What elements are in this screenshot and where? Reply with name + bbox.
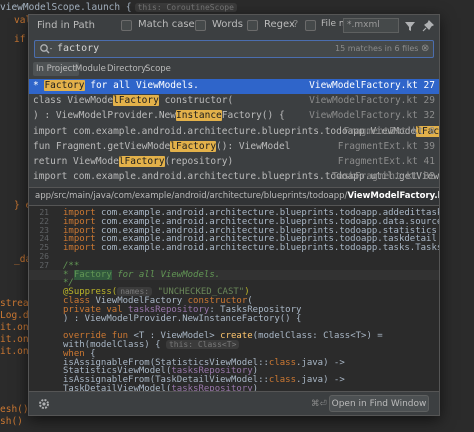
match-case-label[interactable]: Match case [138, 19, 195, 30]
result-file-location: FragmentExt.kt 39 [337, 140, 435, 152]
scope-tabs: In Project Module Directory Scope [29, 61, 439, 77]
regex-checkbox[interactable] [247, 20, 258, 31]
search-input[interactable]: factory [57, 43, 99, 54]
result-match-highlight: Instance [176, 110, 222, 122]
result-text-after: Factory() { [221, 110, 285, 122]
result-text-after: (repository) [164, 156, 234, 167]
match-case-checkbox[interactable] [121, 20, 132, 31]
background-code-line: if [14, 34, 25, 45]
dialog-header: Find in Path Match case Words Regex ? Fi… [29, 15, 439, 37]
match-count: 15 matches in 6 files [335, 44, 419, 53]
result-text-after: (): ViewModel [216, 140, 291, 152]
result-row[interactable]: import com.example.android.architecture.… [29, 125, 439, 140]
search-field[interactable]: factory 15 matches in 6 files ⊗ [34, 40, 434, 58]
background-code-line: sh() [0, 416, 23, 427]
file-mask-field[interactable]: *.mxml [343, 18, 399, 33]
code-token: ) [252, 384, 259, 391]
preview-code: TaskDetailViewModel(tasksRepository) [63, 384, 258, 391]
result-file-location: FragmentExt.kt 8 [343, 125, 435, 137]
file-path-name: ViewModelFactory.kt [347, 191, 439, 201]
words-label[interactable]: Words [212, 19, 243, 30]
result-row[interactable]: class ViewModelFactory constructor( ViewM… [29, 94, 439, 109]
clear-search-icon[interactable]: ⊗ [421, 43, 429, 54]
background-code-line: viewModelScope.launch {this: CoroutineSc… [0, 2, 237, 13]
result-text: return ViewModelFactory(repository) [33, 155, 233, 170]
result-text-after: constructor( [158, 95, 234, 107]
result-match-highlight: lFactory [118, 156, 165, 167]
file-mask-value: *.mxml [347, 20, 380, 30]
result-file-location: ViewModelFactory.kt 27 [309, 80, 435, 91]
result-text-before: ) : ViewModelProvider.New [33, 110, 176, 122]
result-text: fun Fragment.getViewModelFactory(): View… [33, 140, 290, 155]
result-text: class ViewModelFactory constructor( [33, 94, 233, 109]
result-file-location: ViewModelFactory.kt 29 [309, 95, 435, 107]
result-row[interactable]: fun Fragment.getViewModelFactory(): View… [29, 140, 439, 155]
result-text-before: return ViewMode [33, 156, 119, 167]
code-token: this: Class<T> [165, 340, 240, 349]
regex-help-icon[interactable]: ? [293, 19, 298, 30]
result-row[interactable]: * Factory for all ViewModels. ViewModelFa… [29, 79, 439, 94]
result-match-highlight: lFactory [113, 95, 159, 107]
pin-icon[interactable] [421, 19, 435, 33]
result-file-location: TaskFragment.kt 32 [332, 171, 435, 183]
filter-icon[interactable] [403, 19, 417, 33]
dialog-title: Find in Path [37, 20, 95, 31]
open-shortcut-hint: ⌘⏎ [311, 399, 327, 409]
preview-line: TaskDetailViewModel(tasksRepository) [29, 384, 439, 391]
file-mask-checkbox[interactable] [305, 20, 316, 31]
code-token: tasksRepository [171, 384, 253, 391]
result-row[interactable]: return ViewModelFactory(repository) Fragm… [29, 155, 439, 170]
result-row[interactable]: ) : ViewModelProvider.NewInstanceFactory… [29, 109, 439, 124]
result-row[interactable]: import com.example.android.architecture.… [29, 170, 439, 185]
search-icon[interactable] [39, 43, 53, 55]
results-list: * Factory for all ViewModels. ViewModelFa… [29, 79, 439, 187]
code-token: TaskDetailViewModel( [63, 384, 172, 391]
background-code-fragment: sh() [0, 416, 23, 427]
background-code-fragment: if [14, 34, 26, 45]
result-match-highlight: Factory [44, 80, 85, 91]
result-file-location: ViewModelFactory.kt 32 [309, 110, 435, 122]
code-preview: 21 import com.example.android.architectur… [29, 206, 439, 391]
dialog-footer: ⌘⏎ Open in Find Window [29, 391, 439, 415]
file-path-bar: app/src/main/java/com/example/android/ar… [29, 187, 439, 206]
result-text-after: for all ViewModels. [84, 80, 199, 91]
result-text-before: * [33, 80, 45, 91]
gear-icon[interactable] [37, 397, 51, 411]
result-text-before: class ViewMode [33, 95, 114, 107]
result-match-highlight: lFactory [170, 140, 217, 152]
background-code-text: viewModelScope.launch { [0, 2, 132, 13]
parameter-hint: this: CoroutineScope [134, 3, 237, 12]
result-text: * Factory for all ViewModels. [33, 79, 199, 94]
scope-tab[interactable]: Scope [142, 62, 174, 76]
find-in-path-dialog: Find in Path Match case Words Regex ? Fi… [28, 14, 440, 416]
file-path-prefix: app/src/main/java/com/example/android/ar… [35, 191, 348, 201]
result-text-before: fun Fragment.getViewMode [33, 140, 171, 152]
code-token: names: [117, 287, 153, 297]
result-text: ) : ViewModelProvider.NewInstanceFactory… [33, 109, 285, 124]
open-in-find-window-button[interactable]: Open in Find Window [329, 395, 429, 412]
result-file-location: FragmentExt.kt 41 [337, 156, 435, 167]
words-checkbox[interactable] [195, 20, 206, 31]
